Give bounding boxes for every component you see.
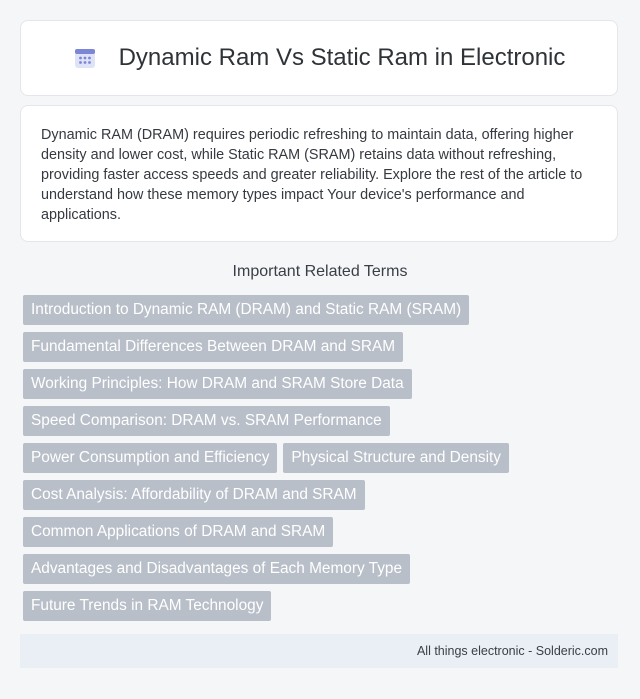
related-term-chip[interactable]: Introduction to Dynamic RAM (DRAM) and S… [23,295,470,325]
related-term-chip[interactable]: Advantages and Disadvantages of Each Mem… [23,554,411,584]
related-term-chip[interactable]: Speed Comparison: DRAM vs. SRAM Performa… [23,406,390,436]
footer-text: All things electronic - Solderic.com [416,644,608,658]
related-term-chip[interactable]: Power Consumption and Efficiency [23,443,278,473]
summary-card: Dynamic RAM (DRAM) requires periodic ref… [20,105,618,242]
related-term-chip[interactable]: Common Applications of DRAM and SRAM [23,517,334,547]
page-title: Dynamic Ram Vs Static Ram in Electronic [118,44,566,71]
header-card: Dynamic Ram Vs Static Ram in Electronic [20,20,618,96]
summary-text: Dynamic RAM (DRAM) requires periodic ref… [41,127,583,223]
related-terms-heading: Important Related Terms [232,263,408,280]
calendar-icon [73,46,97,70]
related-term-chip[interactable]: Future Trends in RAM Technology [23,591,272,621]
related-terms-list: Introduction to Dynamic RAM (DRAM) and S… [23,295,621,621]
footer: All things electronic - Solderic.com [20,634,618,668]
related-term-chip[interactable]: Cost Analysis: Affordability of DRAM and… [23,480,365,510]
related-term-chip[interactable]: Physical Structure and Density [283,443,509,473]
related-term-chip[interactable]: Fundamental Differences Between DRAM and… [23,332,404,362]
related-term-chip[interactable]: Working Principles: How DRAM and SRAM St… [23,369,412,399]
